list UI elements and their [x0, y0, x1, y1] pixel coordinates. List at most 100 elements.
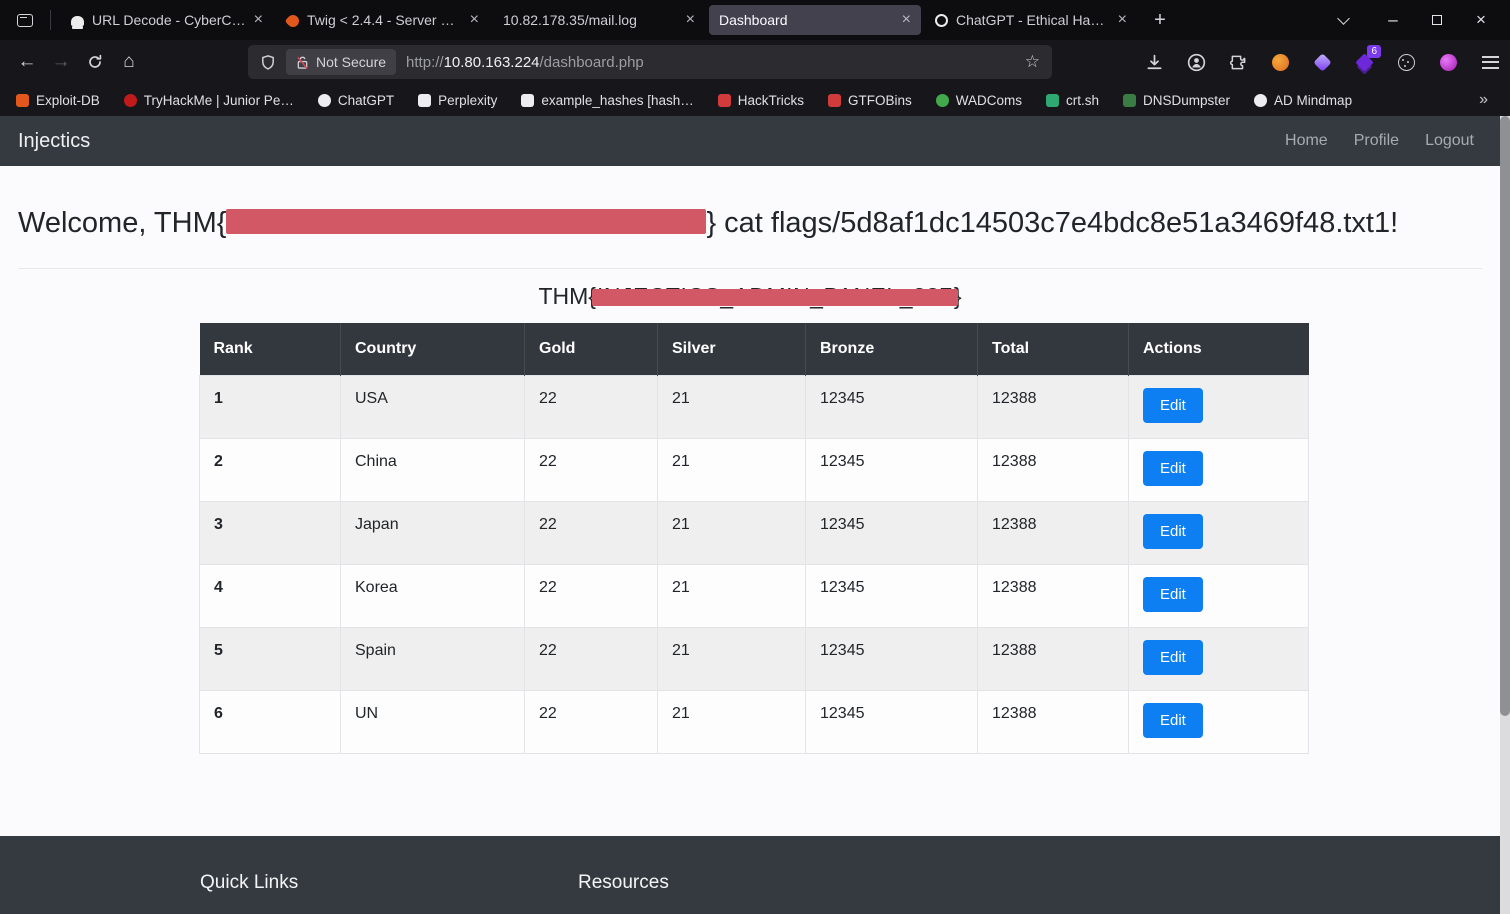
bookmark-item[interactable]: GTFOBins [828, 93, 912, 108]
shield-icon[interactable] [260, 54, 276, 71]
security-label: Not Secure [316, 54, 386, 70]
url-path: /dashboard.php [540, 54, 644, 71]
site-navbar: Injectics Home Profile Logout [0, 116, 1500, 166]
site-brand[interactable]: Injectics [18, 130, 90, 153]
back-button[interactable]: ← [10, 46, 44, 78]
maximize-button[interactable] [1422, 5, 1452, 35]
firefox-view-icon [17, 14, 33, 27]
bookmark-item[interactable]: ChatGPT [318, 93, 394, 108]
tab-close-icon[interactable]: × [902, 12, 911, 28]
cookie-extension-button[interactable] [1396, 52, 1416, 72]
window-controls: – × [1378, 5, 1510, 35]
bookmarks-list: Exploit-DB TryHackMe | Junior Pe… ChatGP… [16, 93, 1352, 108]
reload-button[interactable] [78, 46, 112, 78]
site-nav-link[interactable]: Home [1285, 132, 1328, 150]
chatgpt-icon [935, 14, 948, 27]
bookmark-item[interactable]: DNSDumpster [1123, 93, 1230, 108]
maximize-icon [1432, 15, 1442, 25]
tab-close-icon[interactable]: × [470, 12, 479, 28]
bookmark-favicon-icon [1123, 94, 1136, 107]
edit-button[interactable]: Edit [1143, 577, 1203, 612]
table-row: 4 Korea 22 21 12345 12388 Edit [200, 564, 1309, 627]
browser-tab-bar: URL Decode - CyberChef × Twig < 2.4.4 - … [0, 0, 1510, 40]
cell-rank: 4 [200, 564, 341, 627]
close-window-button[interactable]: × [1466, 5, 1496, 35]
bookmark-item[interactable]: Perplexity [418, 93, 497, 108]
cell-country: Korea [341, 564, 525, 627]
table-header-cell: Gold [525, 323, 658, 375]
wappalyzer-icon [1272, 54, 1289, 71]
cell-rank: 5 [200, 627, 341, 690]
forward-button[interactable]: → [44, 46, 78, 78]
diamond-icon [1313, 53, 1331, 71]
url-text[interactable]: http://10.80.163.224/dashboard.php [406, 54, 644, 71]
cell-bronze: 12345 [806, 690, 978, 753]
proxy-extension-button[interactable] [1438, 52, 1458, 72]
browser-tab[interactable]: ChatGPT - Ethical Hacker × [925, 5, 1137, 35]
page-scrollbar[interactable] [1500, 116, 1510, 914]
cookie-icon [1398, 54, 1415, 71]
table-header-cell: Total [978, 323, 1129, 375]
bookmark-label: Perplexity [438, 93, 497, 108]
bookmark-star-icon[interactable]: ☆ [1025, 52, 1040, 72]
cell-gold: 22 [525, 438, 658, 501]
purple-diamond-extension-button[interactable] [1312, 52, 1332, 72]
bookmark-label: WADComs [956, 93, 1022, 108]
browser-toolbar: ← → ⌂ Not Secure http://10.80.163.224/da… [0, 40, 1510, 84]
bookmark-favicon-icon [521, 94, 534, 107]
bookmark-label: ChatGPT [338, 93, 394, 108]
proxy-icon [1440, 54, 1457, 71]
puzzle-icon [1230, 54, 1247, 71]
bookmark-item[interactable]: TryHackMe | Junior Pe… [124, 93, 294, 108]
cell-bronze: 12345 [806, 375, 978, 438]
redacted-flag-text: INJECTICS_ADMIN_PANEL_337 [596, 281, 954, 311]
address-bar[interactable]: Not Secure http://10.80.163.224/dashboar… [248, 45, 1052, 79]
bookmarks-overflow-icon[interactable]: » [1479, 91, 1494, 109]
tab-close-icon[interactable]: × [1118, 12, 1127, 28]
browser-tab[interactable]: Twig < 2.4.4 - Server Side × [277, 5, 489, 35]
cell-gold: 22 [525, 627, 658, 690]
not-secure-chip[interactable]: Not Secure [286, 49, 396, 75]
scrollbar-thumb[interactable] [1500, 116, 1510, 716]
browser-tab[interactable]: Dashboard × [709, 5, 921, 35]
cell-bronze: 12345 [806, 627, 978, 690]
account-icon [1187, 53, 1206, 72]
edit-button[interactable]: Edit [1143, 388, 1203, 423]
edit-button[interactable]: Edit [1143, 703, 1203, 738]
site-nav-link[interactable]: Profile [1354, 132, 1399, 150]
browser-tab[interactable]: 10.82.178.35/mail.log × [493, 5, 705, 35]
bookmark-item[interactable]: AD Mindmap [1254, 93, 1352, 108]
browser-tab[interactable]: URL Decode - CyberChef × [61, 5, 273, 35]
bookmark-favicon-icon [318, 94, 331, 107]
extensions-button[interactable] [1228, 52, 1248, 72]
edit-button[interactable]: Edit [1143, 640, 1203, 675]
bookmarks-bar: Exploit-DB TryHackMe | Junior Pe… ChatGP… [0, 84, 1510, 116]
menu-button[interactable] [1480, 52, 1500, 72]
minimize-button[interactable]: – [1378, 5, 1408, 35]
edit-button[interactable]: Edit [1143, 514, 1203, 549]
site-nav-link[interactable]: Logout [1425, 132, 1474, 150]
bookmark-item[interactable]: Exploit-DB [16, 93, 100, 108]
list-all-tabs-icon[interactable] [1337, 12, 1350, 25]
new-tab-button[interactable]: + [1145, 5, 1175, 35]
layers-extension-button[interactable]: 6 [1354, 52, 1374, 72]
wappalyzer-extension-button[interactable] [1270, 52, 1290, 72]
extension-badge: 6 [1367, 45, 1381, 58]
bookmark-item[interactable]: WADComs [936, 93, 1022, 108]
bookmark-favicon-icon [16, 94, 29, 107]
bookmark-item[interactable]: example_hashes [hash… [521, 93, 693, 108]
bookmark-item[interactable]: crt.sh [1046, 93, 1099, 108]
downloads-button[interactable] [1144, 52, 1164, 72]
home-button[interactable]: ⌂ [112, 46, 146, 78]
firefox-view-button[interactable] [8, 5, 42, 35]
table-header-cell: Actions [1129, 323, 1309, 375]
tab-close-icon[interactable]: × [254, 12, 263, 28]
tab-close-icon[interactable]: × [686, 12, 695, 28]
bookmark-favicon-icon [1046, 94, 1059, 107]
bookmark-item[interactable]: HackTricks [718, 93, 804, 108]
cell-total: 12388 [978, 501, 1129, 564]
url-domain: 10.80.163.224 [444, 54, 540, 71]
account-button[interactable] [1186, 52, 1206, 72]
edit-button[interactable]: Edit [1143, 451, 1203, 486]
url-scheme: http:// [406, 54, 444, 71]
